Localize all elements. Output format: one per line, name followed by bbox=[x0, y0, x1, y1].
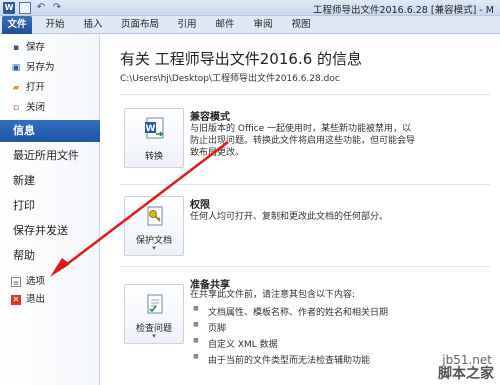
protect-document-button[interactable]: 保护文档 ▾ bbox=[124, 196, 184, 256]
nav-help[interactable]: 帮助 bbox=[0, 245, 100, 267]
nav-save-as-label: 另存为 bbox=[26, 62, 55, 73]
window-title: 工程师导出文件2016.6.28 [兼容模式] - M bbox=[313, 5, 494, 16]
file-path: C:\Users\hj\Desktop\工程师导出文件2016.6.28.doc bbox=[120, 74, 340, 84]
nav-open[interactable]: ▰ 打开 bbox=[0, 80, 100, 96]
nav-save-label: 保存 bbox=[26, 42, 46, 53]
chevron-down-icon: ▾ bbox=[152, 332, 156, 340]
nav-open-label: 打开 bbox=[26, 82, 46, 93]
nav-recent[interactable]: 最近所用文件 bbox=[0, 145, 100, 167]
info-panel: 有关 工程师导出文件2016.6 的信息 C:\Users\hj\Desktop… bbox=[100, 34, 500, 385]
nav-save[interactable]: ▪ 保存 bbox=[0, 40, 100, 56]
compat-title: 兼容模式 bbox=[190, 112, 230, 123]
tab-references[interactable]: 引用 bbox=[170, 16, 204, 34]
nav-new[interactable]: 新建 bbox=[0, 170, 100, 192]
list-item: 页脚 bbox=[193, 321, 226, 334]
permissions-title: 权限 bbox=[190, 200, 210, 211]
tab-insert[interactable]: 插入 bbox=[76, 16, 110, 34]
nav-options-label: 选项 bbox=[26, 276, 46, 287]
inspect-document-icon bbox=[147, 294, 163, 314]
nav-exit[interactable]: ✕ 退出 bbox=[0, 292, 100, 308]
tab-page-layout[interactable]: 页面布局 bbox=[114, 16, 166, 34]
divider bbox=[120, 184, 490, 185]
backstage-nav: ▪ 保存 ▣ 另存为 ▰ 打开 ▫ 关闭 信息 最近所用文件 新建 打印 保存并… bbox=[0, 34, 107, 385]
check-issues-button[interactable]: 检查问题 ▾ bbox=[124, 284, 184, 344]
list-item: 文档属性、模板名称、作者的姓名和相关日期 bbox=[193, 305, 388, 318]
close-doc-icon: ▫ bbox=[12, 103, 20, 113]
convert-button[interactable]: W 转换 bbox=[124, 108, 184, 168]
list-item: 自定义 XML 数据 bbox=[193, 337, 278, 350]
nav-options[interactable]: ≡ 选项 bbox=[0, 274, 100, 290]
prepare-section: 检查问题 ▾ 准备共享 在共享此文件前，请注意其包含以下内容: 文档属性、模板名… bbox=[120, 274, 490, 384]
divider bbox=[120, 94, 490, 95]
title-bar: W ↶ ↷ 工程师导出文件2016.6.28 [兼容模式] - M bbox=[0, 0, 500, 16]
permissions-section: 保护文档 ▾ 权限 任何人均可打开、复制和更改此文档的任何部分。 bbox=[120, 192, 490, 264]
chevron-down-icon: ▾ bbox=[152, 244, 156, 252]
nav-print[interactable]: 打印 bbox=[0, 195, 100, 217]
prepare-desc: 在共享此文件前，请注意其包含以下内容: bbox=[190, 290, 356, 300]
watermark-name: 脚本之家 bbox=[438, 366, 494, 382]
compat-section: W 转换 兼容模式 与旧版本的 Office 一起使用时，某些新功能被禁用，以防… bbox=[120, 104, 490, 184]
redo-icon[interactable]: ↷ bbox=[51, 2, 63, 14]
ribbon-tabs: 文件 开始 插入 页面布局 引用 邮件 审阅 视图 bbox=[0, 16, 500, 34]
save-icon: ▪ bbox=[12, 43, 20, 53]
tab-view[interactable]: 视图 bbox=[284, 16, 318, 34]
nav-exit-label: 退出 bbox=[26, 294, 46, 305]
page-title: 有关 工程师导出文件2016.6 的信息 bbox=[120, 50, 363, 68]
save-as-icon: ▣ bbox=[11, 63, 21, 73]
quick-save-icon[interactable] bbox=[19, 2, 31, 14]
convert-doc-icon: W bbox=[145, 117, 164, 139]
exit-icon: ✕ bbox=[11, 295, 21, 305]
nav-save-send[interactable]: 保存并发送 bbox=[0, 220, 100, 242]
tab-home[interactable]: 开始 bbox=[38, 16, 72, 34]
nav-close[interactable]: ▫ 关闭 bbox=[0, 100, 100, 116]
compat-desc: 与旧版本的 Office 一起使用时，某些新功能被禁用，以防止出现问题。转换此文… bbox=[190, 124, 416, 158]
nav-info[interactable]: 信息 bbox=[0, 120, 107, 142]
permissions-desc: 任何人均可打开、复制和更改此文档的任何部分。 bbox=[190, 212, 389, 222]
nav-save-as[interactable]: ▣ 另存为 bbox=[0, 60, 100, 76]
word-app-icon[interactable]: W bbox=[3, 2, 15, 14]
tab-review[interactable]: 审阅 bbox=[246, 16, 280, 34]
svg-text:W: W bbox=[146, 124, 156, 134]
convert-button-label: 转换 bbox=[144, 152, 163, 162]
list-item: 由于当前的文件类型而无法检查辅助功能 bbox=[193, 353, 370, 366]
tab-mailings[interactable]: 邮件 bbox=[208, 16, 242, 34]
quick-access-toolbar: W ↶ ↷ bbox=[3, 2, 63, 14]
open-folder-icon: ▰ bbox=[12, 83, 20, 93]
tab-file[interactable]: 文件 bbox=[2, 16, 32, 34]
undo-icon[interactable]: ↶ bbox=[35, 2, 47, 14]
lock-key-icon bbox=[147, 206, 163, 226]
options-icon: ≡ bbox=[11, 277, 21, 287]
nav-close-label: 关闭 bbox=[26, 102, 46, 113]
divider bbox=[120, 266, 490, 267]
